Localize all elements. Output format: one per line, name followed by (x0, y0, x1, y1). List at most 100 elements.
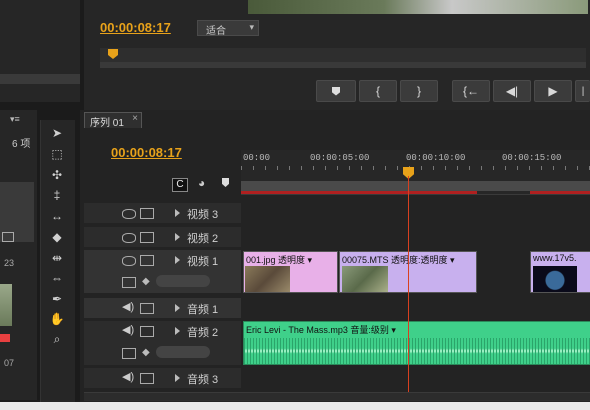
clip-label: Eric Levi - The Mass.mp3 音量:级别 ▾ (246, 325, 396, 335)
speaker-icon[interactable]: ◀) (122, 300, 134, 313)
sequence-tab[interactable]: 序列 01 × (84, 112, 142, 129)
clip-thumbnail (245, 266, 290, 292)
waveform-display-icon[interactable] (122, 348, 136, 359)
zoom-tool-icon[interactable]: ⌕ (45, 330, 69, 348)
ruler-label-0: 00:00 (243, 153, 271, 163)
display-style-icon[interactable] (122, 277, 136, 288)
project-timecode-frag: 23 (4, 258, 15, 268)
step-back-button[interactable]: ◀| (493, 80, 531, 102)
sequence-timecode[interactable]: 00:00:08:17 (111, 145, 182, 160)
ruler-label-1: 00:00:05:00 (310, 153, 370, 163)
collapse-triangle-icon[interactable] (175, 327, 180, 335)
sync-lock-icon[interactable] (140, 255, 154, 266)
render-bar-red-1 (241, 191, 477, 194)
ruler-ticks (241, 166, 590, 170)
fit-dropdown[interactable]: 适合 ▾ (197, 20, 259, 37)
audio-badge-icon (0, 334, 10, 342)
track-header-video3[interactable]: 视频 3 (84, 203, 241, 223)
step-forward-icon: | (581, 85, 585, 97)
track-name: 音频 3 (187, 374, 219, 386)
work-area-bar[interactable] (241, 181, 590, 191)
track-name: 视频 1 (187, 256, 219, 268)
expand-triangle-icon[interactable] (175, 304, 180, 312)
playhead-line[interactable] (408, 176, 409, 394)
mark-in-button[interactable]: { (359, 80, 397, 102)
slip-tool-icon[interactable]: ⇹ (45, 249, 69, 267)
speaker-icon[interactable]: ◀) (122, 323, 134, 336)
chevron-down-icon: ▾ (249, 22, 254, 32)
panel-menu-icon[interactable]: ▾≡ (10, 114, 20, 125)
ripple-edit-tool-icon[interactable]: ✣ (45, 166, 69, 184)
video-clip-www[interactable]: www.17v5. (530, 251, 590, 293)
eye-icon[interactable] (122, 209, 136, 219)
go-to-in-icon: {← (462, 84, 479, 98)
track-header-video2[interactable]: 视频 2 (84, 227, 241, 247)
sync-lock-icon[interactable] (140, 208, 154, 219)
eye-icon[interactable] (122, 256, 136, 266)
pen-tool-icon[interactable]: ✒ (45, 290, 69, 308)
clip-label: 001.jpg 透明度 ▾ (246, 255, 313, 265)
mark-out-button[interactable]: } (400, 80, 438, 102)
play-button[interactable]: ▶ (534, 80, 572, 102)
snap-icon[interactable]: C (172, 178, 188, 192)
source-video-frame (248, 0, 588, 14)
keyframe-nav-control[interactable] (156, 275, 210, 287)
track-select-tool-icon[interactable]: ⬚ (45, 145, 69, 163)
hand-tool-icon[interactable]: ✋ (45, 310, 69, 328)
keyframe-icon[interactable]: ◆ (142, 276, 150, 287)
project-panel-lower (0, 110, 37, 400)
source-scrollbar[interactable] (100, 62, 586, 68)
eye-icon[interactable] (122, 233, 136, 243)
video-clip-001-jpg[interactable]: 001.jpg 透明度 ▾ (243, 251, 338, 293)
close-icon[interactable]: × (132, 113, 138, 124)
track-header-audio1[interactable]: ◀) 音频 1 (84, 298, 241, 318)
sync-lock-icon[interactable] (140, 303, 154, 314)
film-icon (2, 232, 14, 242)
mark-in-icon: { (375, 84, 380, 98)
track-name: 视频 3 (187, 209, 219, 221)
expand-triangle-icon[interactable] (175, 209, 180, 217)
page-bottom-edge (0, 402, 590, 410)
project-thumb-2[interactable] (0, 284, 12, 326)
selection-tool-icon[interactable]: ➤ (45, 124, 69, 142)
speaker-icon[interactable]: ◀) (122, 370, 134, 383)
audio-clip-eric-levi[interactable]: Eric Levi - The Mass.mp3 音量:级别 ▾ (243, 321, 590, 365)
slide-tool-icon[interactable]: ⇔ (45, 269, 69, 287)
marker-tool-icon[interactable]: ◕ (198, 176, 205, 190)
mark-out-icon: } (416, 84, 421, 98)
keyframe-nav-control[interactable] (156, 346, 210, 358)
track-header-video1[interactable]: 视频 1 ◆ (84, 250, 241, 293)
expand-triangle-icon[interactable] (175, 233, 180, 241)
go-to-in-button[interactable]: {← (452, 80, 490, 102)
play-icon: ▶ (548, 84, 558, 98)
sync-lock-icon[interactable] (140, 326, 154, 337)
item-count: 6 项 (12, 139, 31, 150)
rolling-edit-tool-icon[interactable]: ‡ (45, 186, 69, 204)
clip-thumbnail (342, 266, 388, 292)
rate-stretch-tool-icon[interactable]: ↔ (45, 207, 69, 225)
track-name: 音频 1 (187, 304, 219, 316)
razor-tool-icon[interactable]: ◆ (45, 228, 69, 246)
step-forward-button[interactable]: | (575, 80, 590, 102)
track-header-audio2[interactable]: ◀) 音频 2 ◆ (84, 321, 241, 365)
sequence-tab-label: 序列 01 (90, 118, 124, 129)
sync-lock-icon[interactable] (140, 373, 154, 384)
track-header-audio3[interactable]: ◀) 音频 3 (84, 368, 241, 388)
ruler-label-3: 00:00:15:00 (502, 153, 562, 163)
track-name: 视频 2 (187, 233, 219, 245)
source-timecode[interactable]: 00:00:08:17 (100, 20, 171, 35)
project-scrollbar[interactable] (0, 74, 80, 84)
ruler-label-2: 00:00:10:00 (406, 153, 466, 163)
add-marker-button[interactable] (316, 80, 356, 102)
marker-icon (332, 86, 340, 96)
fit-dropdown-value: 适合 (206, 26, 226, 37)
keyframe-icon[interactable]: ◆ (142, 347, 150, 358)
expand-triangle-icon[interactable] (175, 374, 180, 382)
clip-thumbnail (533, 266, 577, 292)
timeline-scrollbar[interactable] (84, 392, 590, 401)
project-timecode-frag2: 07 (4, 358, 15, 368)
step-back-icon: ◀| (505, 84, 519, 98)
collapse-triangle-icon[interactable] (175, 256, 180, 264)
track-name: 音频 2 (187, 327, 219, 339)
sync-lock-icon[interactable] (140, 232, 154, 243)
